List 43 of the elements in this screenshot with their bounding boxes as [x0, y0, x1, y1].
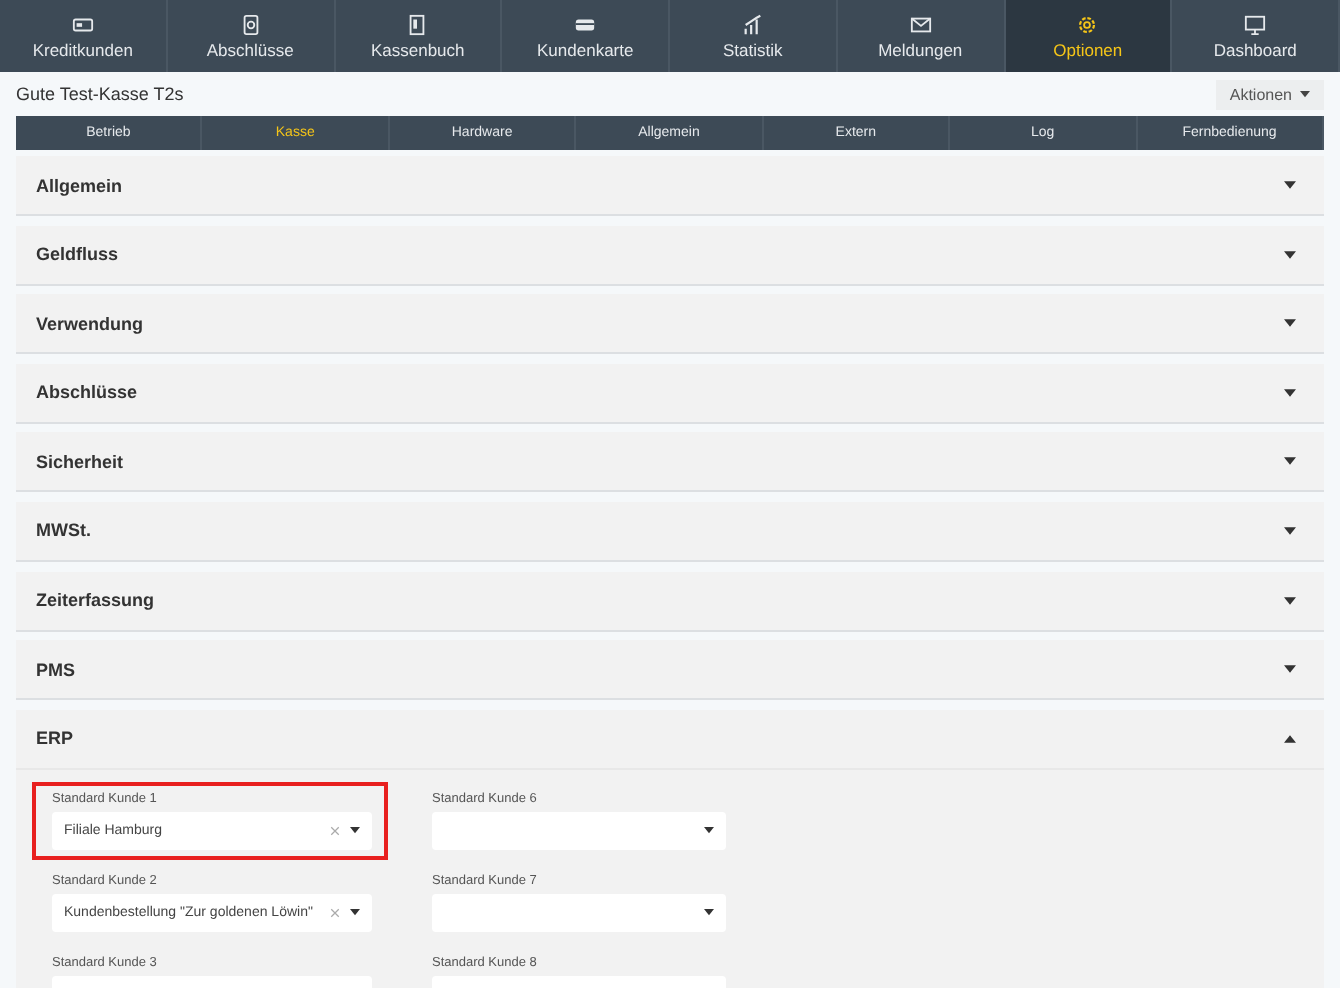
- clear-icon[interactable]: [330, 825, 340, 836]
- section-header[interactable]: Abschlüsse: [16, 363, 1324, 424]
- section-title: Sicherheit: [36, 451, 124, 472]
- section-title: Abschlüsse: [36, 382, 138, 403]
- actions-button[interactable]: Aktionen: [1215, 79, 1324, 109]
- settings-icon: [1076, 13, 1099, 35]
- monitor-icon: [1244, 13, 1267, 35]
- section-title: Geldfluss: [36, 244, 119, 265]
- section-header[interactable]: Sicherheit: [16, 432, 1324, 493]
- nav-tab[interactable]: Statistik: [670, 0, 838, 72]
- nav-tab[interactable]: Dashboard: [1172, 0, 1340, 72]
- caret-icon: [1300, 90, 1310, 98]
- section-header[interactable]: Verwendung: [16, 294, 1324, 355]
- section-title: PMS: [36, 659, 76, 680]
- nav-tab[interactable]: Kassenbuch: [335, 0, 503, 72]
- book-icon: [406, 13, 429, 35]
- document-icon: [239, 13, 262, 35]
- nav-tab[interactable]: Abschlüsse: [167, 0, 335, 72]
- section-header[interactable]: Geldfluss: [16, 225, 1324, 286]
- dropdown-icon: [350, 908, 360, 917]
- card-icon: [71, 13, 94, 35]
- nav-tab[interactable]: Kreditkunden: [0, 0, 168, 72]
- section-title: ERP: [36, 728, 74, 749]
- mail-icon: [909, 13, 932, 35]
- section-title: Allgemein: [36, 175, 123, 195]
- nav-tab[interactable]: Kundenkarte: [502, 0, 670, 72]
- chart-icon: [741, 13, 764, 35]
- section-header[interactable]: ERP: [16, 709, 1324, 768]
- nav-tab[interactable]: Optionen: [1005, 0, 1173, 72]
- dropdown-icon: [350, 826, 360, 835]
- section-header[interactable]: PMS: [16, 640, 1324, 701]
- section-title: Zeiterfassung: [36, 590, 155, 611]
- clear-icon[interactable]: [330, 907, 340, 918]
- dropdown-icon: [704, 908, 714, 917]
- select-field[interactable]: [432, 811, 726, 850]
- select-field[interactable]: [432, 893, 726, 932]
- page-title: Gute Test-Kasse T2s: [16, 84, 184, 104]
- section-header[interactable]: Allgemein: [16, 156, 1324, 216]
- dropdown-icon: [704, 826, 714, 835]
- section-title: MWSt.: [36, 520, 91, 541]
- section-header[interactable]: Zeiterfassung: [16, 571, 1324, 632]
- section-header[interactable]: MWSt.: [16, 501, 1324, 562]
- section-title: Verwendung: [36, 313, 144, 334]
